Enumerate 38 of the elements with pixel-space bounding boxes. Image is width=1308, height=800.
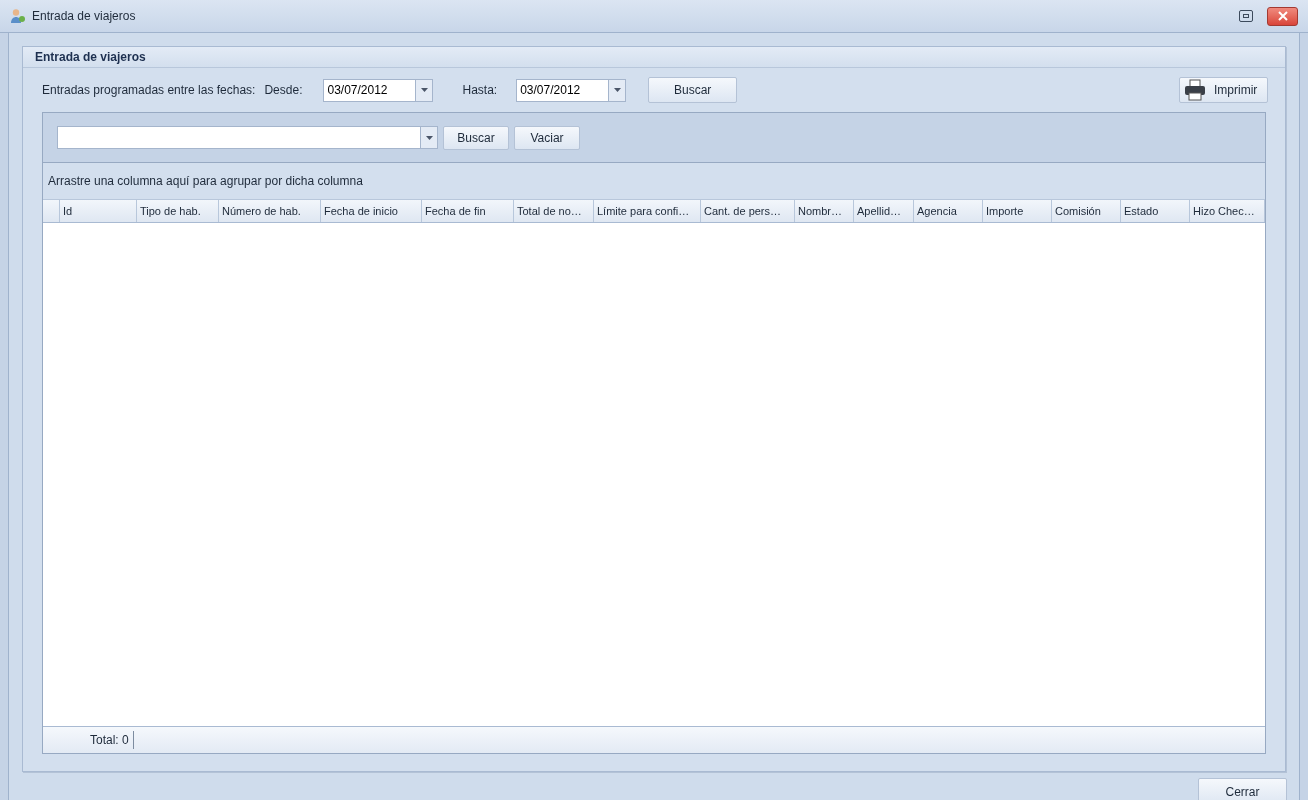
total-count: Total: 0 (90, 731, 134, 749)
close-dialog-button[interactable]: Cerrar (1198, 778, 1287, 800)
group-by-hint: Arrastre una columna aquí para agrupar por dicha columna (48, 173, 363, 190)
restore-button[interactable] (1239, 10, 1253, 22)
window-title: Entrada de viajeros (32, 8, 136, 25)
column-header[interactable]: Comisión (1052, 200, 1121, 222)
column-header[interactable]: Número de hab. (219, 200, 321, 222)
column-header[interactable]: Límite para confi… (594, 200, 701, 222)
date-range-label: Entradas programadas entre las fechas: (42, 82, 256, 99)
date-field[interactable]: 03/07/2012 (516, 78, 627, 102)
caret-icon (425, 135, 433, 140)
column-header[interactable]: Total de no… (514, 200, 594, 222)
caret-icon (613, 88, 621, 92)
printer-icon (1184, 79, 1206, 101)
column-header[interactable]: Fecha de inicio (321, 200, 422, 222)
column-header[interactable]: Fecha de fin (422, 200, 514, 222)
caret-icon (421, 88, 428, 92)
close-button[interactable] (1267, 6, 1298, 26)
column-header[interactable]: Cant. de pers… (701, 200, 795, 222)
from-label: Desde: (264, 82, 303, 99)
column-header[interactable]: Id (60, 200, 137, 222)
person-icon (10, 8, 26, 24)
clear-button[interactable]: Vaciar (514, 125, 580, 150)
column-header[interactable]: Apellid… (854, 200, 914, 222)
find-button[interactable]: Buscar (443, 125, 509, 150)
to-label: Hasta: (462, 82, 498, 99)
group-title: Entrada de viajeros (35, 49, 146, 66)
date-field[interactable]: 03/07/2012 (323, 78, 434, 102)
find-field[interactable] (57, 126, 438, 149)
column-header[interactable]: Agencia (914, 200, 983, 222)
search-button[interactable]: Buscar (648, 77, 738, 103)
column-header[interactable]: Estado (1121, 200, 1190, 222)
print-button[interactable]: Imprimir (1179, 77, 1268, 103)
column-header[interactable]: Importe (983, 200, 1052, 222)
close-icon (1277, 11, 1288, 21)
column-header[interactable]: Hizo Chec… (1190, 200, 1265, 222)
column-header[interactable]: Nombr… (795, 200, 854, 222)
column-header[interactable]: Tipo de hab. (137, 200, 219, 222)
